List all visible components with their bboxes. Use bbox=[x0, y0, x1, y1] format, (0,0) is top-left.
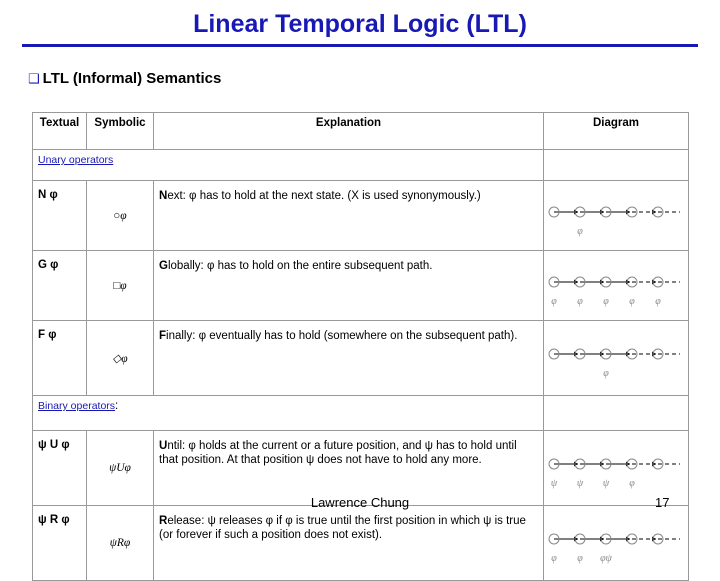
title-underline bbox=[22, 44, 698, 47]
section-row-binary: Binary operators: bbox=[32, 395, 689, 431]
svg-text:φ: φ bbox=[629, 296, 635, 307]
svg-text:φ: φ bbox=[577, 296, 583, 307]
row-textual-release: ψ R φ bbox=[32, 505, 87, 581]
row-symbolic-next: ○φ bbox=[86, 180, 154, 251]
svg-text:ψ: ψ bbox=[603, 478, 610, 489]
section-label-unary: Unary operators bbox=[38, 154, 114, 166]
svg-text:ψ: ψ bbox=[551, 478, 558, 489]
svg-text:φ: φ bbox=[629, 478, 635, 489]
svg-text:φψ: φψ bbox=[600, 553, 613, 564]
table-row: G φ □φ Globally: φ has to hold on the en… bbox=[32, 250, 689, 321]
row-diagram-globally: φφφφφ bbox=[543, 250, 689, 321]
page-number: 17 bbox=[655, 495, 670, 510]
row-textual-next: N φ bbox=[32, 180, 87, 251]
timeline-diagram-globally: φφφφφ bbox=[548, 276, 680, 307]
section-row-unary: Unary operators bbox=[32, 149, 689, 181]
header-explanation: Explanation bbox=[153, 112, 544, 150]
timeline-diagram-until: ψψψφ bbox=[548, 458, 680, 489]
timeline-diagram-release: φ φ φψ bbox=[548, 533, 680, 564]
row-symbolic-release: ψRφ bbox=[86, 505, 154, 581]
header-symbolic: Symbolic bbox=[86, 112, 154, 150]
row-symbolic-finally: ◇φ bbox=[86, 320, 154, 396]
svg-text:ψ: ψ bbox=[577, 478, 584, 489]
section-heading-label: LTL (Informal) Semantics bbox=[42, 70, 222, 87]
page-title: Linear Temporal Logic (LTL) bbox=[193, 10, 527, 38]
header-diagram: Diagram bbox=[543, 112, 689, 150]
svg-text:φ: φ bbox=[577, 226, 583, 237]
timeline-diagram-finally: φ bbox=[548, 348, 680, 379]
section-heading: ❑ LTL (Informal) Semantics bbox=[28, 70, 221, 87]
ltl-semantics-table: Textual Symbolic Explanation Diagram Una… bbox=[32, 112, 689, 581]
row-diagram-release: φ φ φψ bbox=[543, 505, 689, 581]
section-label-binary: Binary operators bbox=[38, 400, 116, 412]
header-textual: Textual bbox=[32, 112, 87, 150]
row-explanation-prefix: F bbox=[159, 330, 167, 342]
svg-text:φ: φ bbox=[655, 296, 661, 307]
row-textual-globally: G φ bbox=[32, 250, 87, 321]
row-explanation-prefix: G bbox=[159, 260, 168, 272]
table-header-row: Textual Symbolic Explanation Diagram bbox=[32, 112, 689, 150]
slide: Linear Temporal Logic (LTL) ❑ LTL (Inform… bbox=[0, 0, 720, 581]
row-symbolic-globally: □φ bbox=[86, 250, 154, 321]
row-textual-finally: F φ bbox=[32, 320, 87, 396]
svg-text:φ: φ bbox=[577, 553, 583, 564]
svg-text:φ: φ bbox=[603, 368, 609, 379]
row-explanation-release: Release: ψ releases φ if φ is true until… bbox=[153, 505, 544, 581]
table-row: N φ ○φ Next: φ has to hold at the next s… bbox=[32, 180, 689, 251]
row-diagram-finally: φ bbox=[543, 320, 689, 396]
table-row: ψ R φ ψRφ Release: ψ releases φ if φ is … bbox=[32, 505, 689, 581]
svg-text:φ: φ bbox=[551, 553, 557, 564]
footer-author: Lawrence Chung bbox=[310, 495, 410, 510]
row-explanation-next: Next: φ has to hold at the next state. (… bbox=[153, 180, 544, 251]
svg-text:φ: φ bbox=[603, 296, 609, 307]
svg-text:φ: φ bbox=[551, 296, 557, 307]
row-explanation-globally: Globally: φ has to hold on the entire su… bbox=[153, 250, 544, 321]
table-row: F φ ◇φ Finally: φ eventually has to hold… bbox=[32, 320, 689, 396]
row-diagram-next: φ bbox=[543, 180, 689, 251]
section-label-binary-suffix: : bbox=[115, 400, 119, 412]
timeline-diagram-next: φ bbox=[548, 206, 680, 237]
row-explanation-finally: Finally: φ eventually has to hold (somew… bbox=[153, 320, 544, 396]
bullet-square-icon: ❑ bbox=[28, 72, 40, 87]
